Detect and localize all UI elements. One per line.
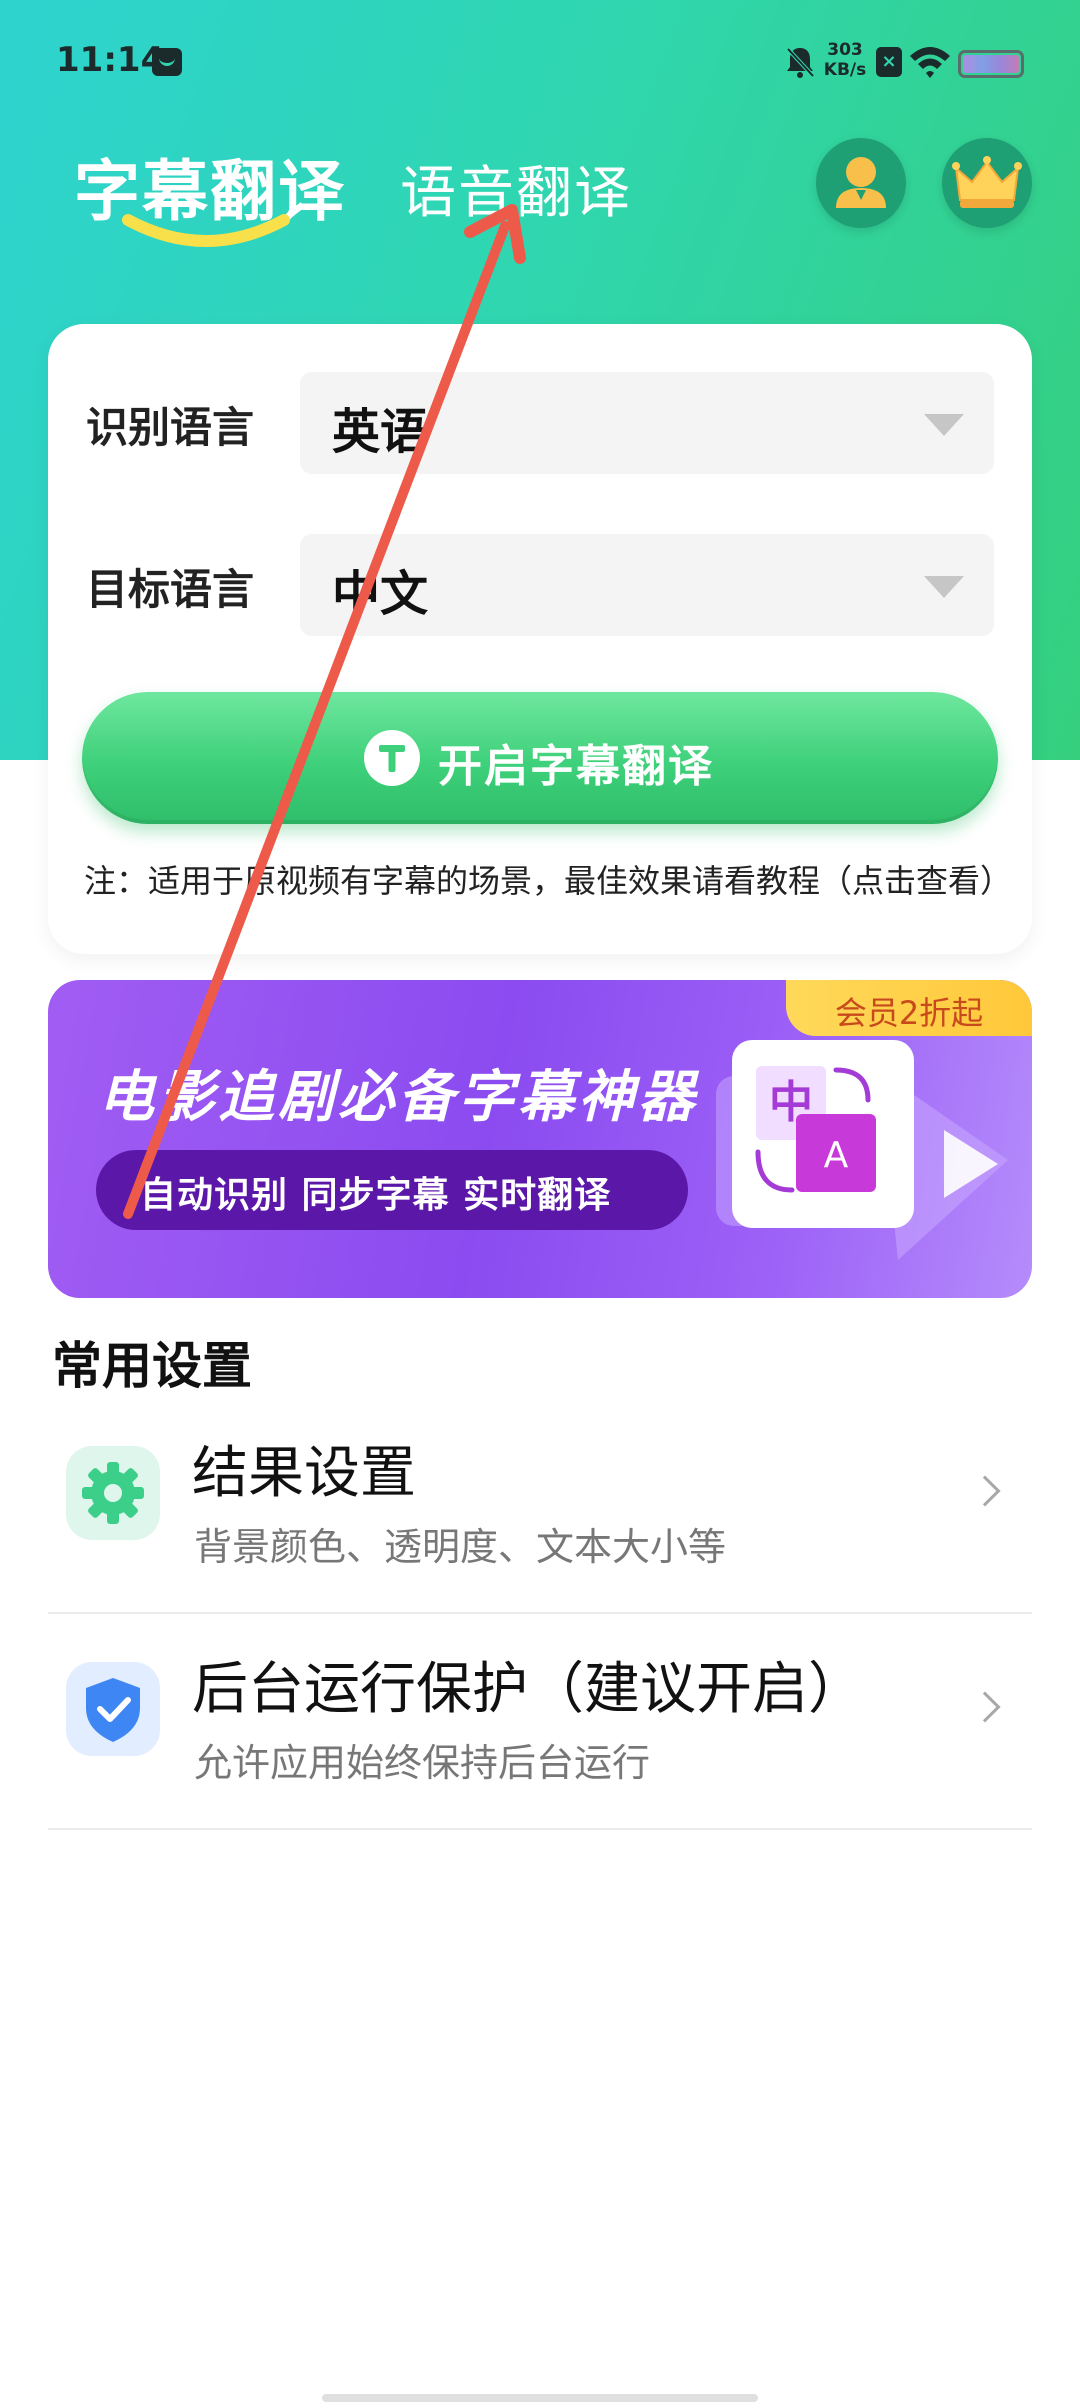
usage-note-link[interactable]: 注：适用于原视频有字幕的场景，最佳效果请看教程（点击查看） (84, 856, 1024, 902)
promo-banner[interactable]: 会员2折起 电影追剧必备字幕神器 自动识别 同步字幕 实时翻译 中 A (48, 980, 1032, 1298)
banner-title: 电影追剧必备字幕神器 (98, 1065, 698, 1130)
result-settings-title: 结果设置 (192, 1441, 416, 1506)
chevron-right-icon (969, 1475, 1001, 1507)
result-settings-item[interactable]: 结果设置 背景颜色、透明度、文本大小等 (48, 1398, 1032, 1614)
background-protection-title: 后台运行保护（建议开启） (192, 1657, 864, 1722)
common-settings-title: 常用设置 (52, 1337, 252, 1395)
target-language-value: 中文 (332, 566, 429, 622)
tab-voice-translation[interactable]: 语音翻译 (400, 148, 632, 229)
result-settings-subtitle: 背景颜色、透明度、文本大小等 (194, 1525, 727, 1569)
vip-discount-badge: 会员2折起 (786, 980, 1032, 1036)
profile-button[interactable] (816, 138, 906, 228)
start-button-label: 开启字幕翻译 (438, 741, 714, 792)
notification-icon (152, 48, 182, 76)
network-speed-value: 303 (827, 40, 863, 60)
sim-icon: × (876, 47, 902, 77)
crown-icon (952, 156, 1022, 208)
wifi-icon (910, 47, 950, 78)
chevron-right-icon (969, 1691, 1001, 1723)
vip-button[interactable] (942, 138, 1032, 228)
background-protection-item[interactable]: 后台运行保护（建议开启） 允许应用始终保持后台运行 (48, 1614, 1032, 1830)
source-language-value: 英语 (332, 404, 429, 460)
target-language-label: 目标语言 (86, 565, 255, 614)
translation-settings-card: 识别语言 英语 目标语言 中文 开启字幕翻译 注：适用于原视频有字幕的场景，最佳… (48, 324, 1032, 954)
network-speed-unit: KB/s (823, 60, 867, 80)
gear-icon (66, 1446, 160, 1540)
user-icon (836, 157, 886, 208)
bell-muted-icon (786, 47, 815, 78)
illustration-en-text: A (824, 1135, 849, 1176)
background-protection-subtitle: 允许应用始终保持后台运行 (194, 1741, 651, 1785)
network-speed: 303 KB/s (822, 40, 868, 80)
dropdown-arrow-icon (924, 576, 964, 598)
tab-active-indicator (122, 214, 290, 247)
vip-discount-text: 会员2折起 (834, 994, 984, 1032)
start-subtitle-translation-button[interactable]: 开启字幕翻译 (82, 692, 998, 824)
target-language-select[interactable]: 中文 (300, 534, 994, 636)
status-bar: 11:14 303 KB/s × (0, 0, 1080, 120)
battery-icon (958, 50, 1024, 78)
source-language-label: 识别语言 (86, 403, 255, 452)
banner-features-text: 自动识别 同步字幕 实时翻译 (140, 1175, 612, 1216)
divider (48, 1828, 1032, 1830)
home-indicator[interactable] (322, 2394, 758, 2402)
source-language-select[interactable]: 英语 (300, 372, 994, 474)
translate-t-icon (364, 730, 420, 786)
shield-check-icon (66, 1662, 160, 1756)
status-time: 11:14 (56, 40, 165, 80)
translate-illustration-icon: 中 A (716, 1040, 1008, 1260)
banner-features-pill: 自动识别 同步字幕 实时翻译 (96, 1150, 688, 1230)
dropdown-arrow-icon (924, 414, 964, 436)
